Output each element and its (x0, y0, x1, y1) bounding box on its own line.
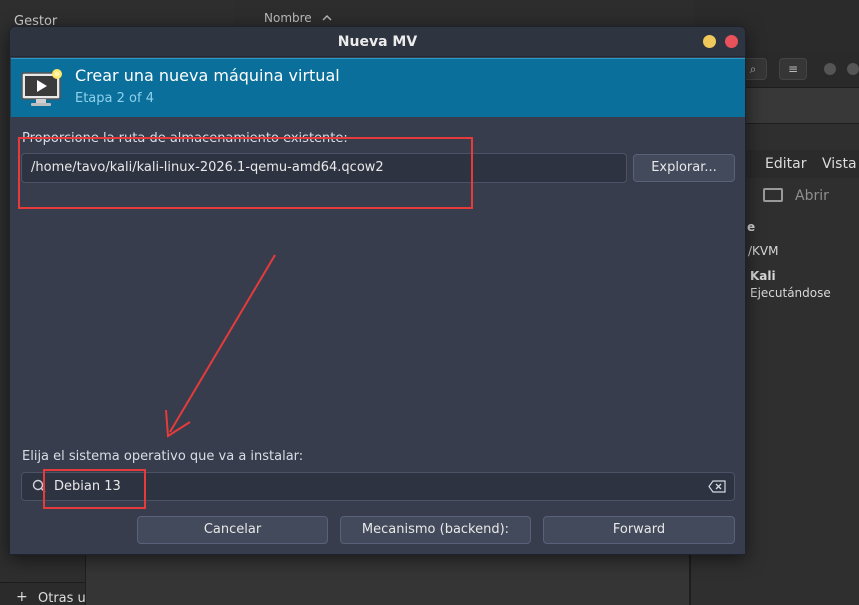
background-lower-panel (85, 555, 690, 605)
dialog-title: Nueva MV (337, 34, 418, 50)
forward-button[interactable]: Forward (543, 516, 735, 544)
storage-path-input[interactable]: /home/tavo/kali/kali-linux-2026.1-qemu-a… (21, 153, 627, 183)
add-connection-label: Otras u (38, 591, 86, 605)
os-search-input[interactable]: Debian 13 (21, 472, 735, 501)
open-button[interactable]: Abrir (795, 188, 829, 204)
plus-icon: + (16, 589, 28, 605)
column-fragment: e (747, 220, 756, 234)
hamburger-menu-icon[interactable]: ≡ (779, 58, 807, 80)
monitor-play-icon (21, 69, 62, 106)
cancel-button[interactable]: Cancelar (137, 516, 328, 544)
vm-name-label[interactable]: Kali (750, 269, 776, 283)
clear-icon[interactable] (708, 480, 726, 493)
window-dot-icon[interactable] (824, 63, 836, 75)
os-search-value: Debian 13 (54, 479, 121, 494)
search-icon (32, 479, 46, 493)
chevron-up-icon (322, 15, 332, 21)
backend-button[interactable]: Mecanismo (backend): (340, 516, 531, 544)
vm-state-label: Ejecutándose (750, 286, 831, 300)
menu-item-editar[interactable]: Editar (765, 156, 806, 172)
connection-type-label: /KVM (748, 244, 779, 258)
os-label: Elija el sistema operativo que va a inst… (22, 449, 304, 464)
window-dot-icon[interactable] (847, 63, 859, 75)
banner-step: Etapa 2 of 4 (75, 91, 154, 106)
menu-item-vista[interactable]: Vista (822, 156, 857, 172)
monitor-icon (763, 188, 783, 202)
wizard-banner: Crear una nueva máquina virtual Etapa 2 … (11, 58, 745, 117)
storage-path-label: Proporcione la ruta de almacenamiento ex… (22, 131, 348, 146)
browse-button[interactable]: Explorar... (633, 154, 735, 182)
minimize-button[interactable] (703, 35, 716, 48)
column-header-name[interactable]: Nombre (264, 11, 332, 25)
new-vm-dialog: Nueva MV Crear una nueva máquina virtual… (9, 26, 746, 555)
banner-title: Crear una nueva máquina virtual (75, 66, 340, 85)
close-button[interactable] (725, 35, 738, 48)
dialog-titlebar[interactable]: Nueva MV (10, 27, 745, 57)
